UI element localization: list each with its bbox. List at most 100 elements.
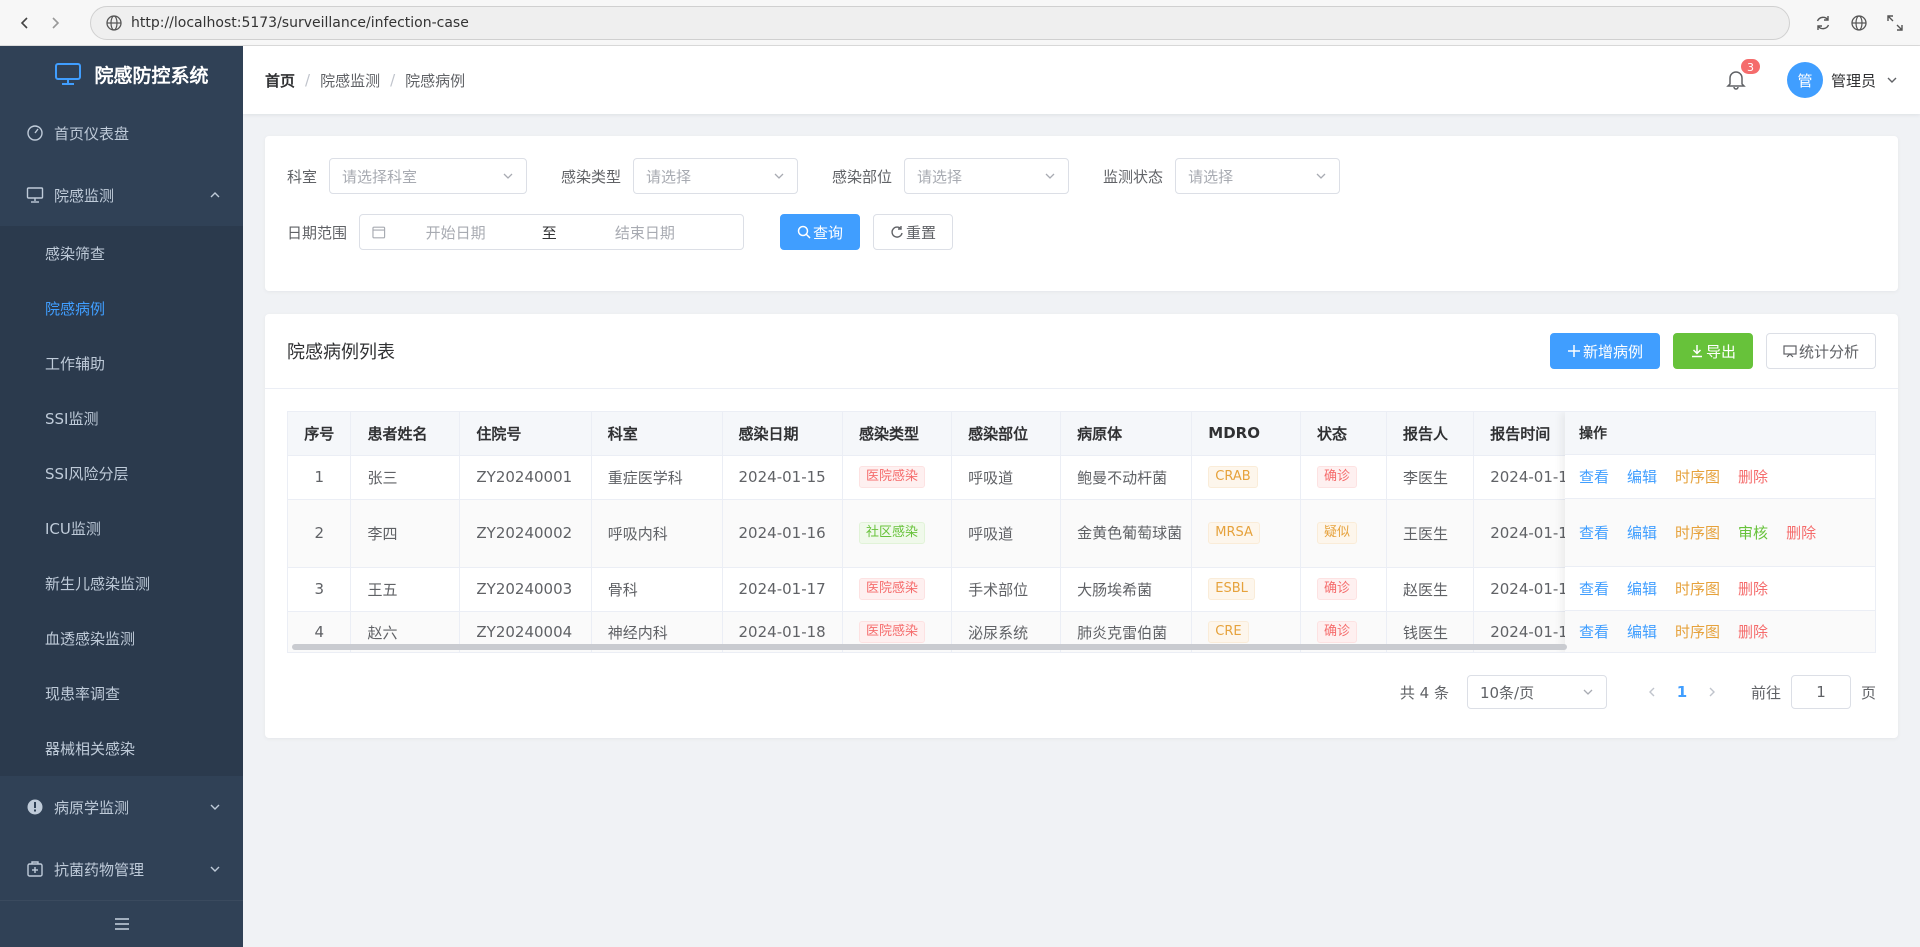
end-date-input[interactable]: 结束日期	[615, 222, 731, 243]
row-actions: 查看 编辑 时序图 删除	[1565, 455, 1875, 499]
fullscreen-button[interactable]	[1880, 8, 1910, 38]
sidebar-item-pathogen[interactable]: 病原学监测	[0, 776, 243, 838]
sidebar-subitem-device[interactable]: 器械相关感染	[0, 721, 243, 777]
view-link[interactable]: 查看	[1579, 522, 1609, 543]
col-reporter: 报告人	[1386, 412, 1475, 456]
edit-link[interactable]: 编辑	[1627, 578, 1657, 599]
dashboard-gauge-icon	[27, 125, 43, 141]
export-button[interactable]: 导出	[1672, 333, 1753, 369]
goto-page-input[interactable]: 1	[1790, 675, 1851, 709]
cell-status: 确诊	[1300, 567, 1388, 612]
view-link[interactable]: 查看	[1579, 466, 1609, 487]
chevron-down-icon	[210, 866, 220, 873]
delete-link[interactable]: 删除	[1738, 621, 1768, 642]
col-report-time: 报告时间	[1473, 412, 1575, 456]
notification-badge: 3	[1739, 58, 1761, 75]
col-name: 患者姓名	[350, 412, 461, 456]
date-range-separator: 至	[541, 223, 557, 242]
chevron-down-icon	[503, 173, 513, 179]
type-tag: 医院感染	[858, 621, 925, 643]
language-button[interactable]	[1844, 8, 1874, 38]
calendar-icon	[372, 226, 386, 239]
status-placeholder: 请选择	[1188, 167, 1234, 186]
page-suffix: 页	[1860, 683, 1876, 702]
infection-site-select[interactable]: 请选择	[904, 158, 1070, 194]
mdro-tag: CRE	[1208, 621, 1249, 643]
reset-button[interactable]: 重置	[873, 214, 954, 250]
reset-label: 重置	[906, 224, 937, 242]
mdro-tag: ESBL	[1208, 578, 1255, 600]
reload-button[interactable]	[1808, 8, 1838, 38]
cell-report-time: 2024-01-1	[1473, 567, 1575, 612]
status-badge: 确诊	[1316, 621, 1357, 643]
timeline-link[interactable]: 时序图	[1675, 578, 1720, 599]
page-number-current[interactable]: 1	[1667, 683, 1697, 701]
query-button[interactable]: 查询	[780, 214, 861, 250]
mdro-tag: CRAB	[1208, 466, 1258, 488]
cell-status: 疑似	[1300, 499, 1388, 568]
view-link[interactable]: 查看	[1579, 621, 1609, 642]
start-date-input[interactable]: 开始日期	[426, 222, 542, 243]
user-name[interactable]: 管理员	[1831, 70, 1876, 91]
timeline-link[interactable]: 时序图	[1675, 466, 1720, 487]
stats-label: 统计分析	[1798, 343, 1859, 361]
avatar[interactable]: 管	[1786, 62, 1823, 98]
timeline-link[interactable]: 时序图	[1675, 621, 1720, 642]
row-actions: 查看 编辑 时序图 审核 删除	[1565, 499, 1875, 567]
sidebar-subitem-ssi[interactable]: SSI监测	[0, 391, 243, 447]
address-bar[interactable]: http://localhost:5173/surveillance/infec…	[90, 5, 1790, 40]
chevron-down-icon[interactable]	[1886, 74, 1898, 86]
dept-select[interactable]: 请选择科室	[329, 158, 528, 194]
sidebar-subitem-neonatal[interactable]: 新生儿感染监测	[0, 556, 243, 612]
browser-toolbar: http://localhost:5173/surveillance/infec…	[0, 0, 1920, 46]
edit-link[interactable]: 编辑	[1627, 522, 1657, 543]
delete-link[interactable]: 删除	[1738, 578, 1768, 599]
cell-site: 手术部位	[951, 567, 1062, 612]
add-case-button[interactable]: 新增病例	[1549, 333, 1660, 369]
date-range-picker[interactable]: 开始日期 至 结束日期	[359, 214, 745, 250]
timeline-link[interactable]: 时序图	[1675, 522, 1720, 543]
edit-link[interactable]: 编辑	[1627, 621, 1657, 642]
view-link[interactable]: 查看	[1579, 578, 1609, 599]
sidebar-item-antibiotic[interactable]: 抗菌药物管理	[0, 838, 243, 900]
chevron-down-icon	[210, 804, 220, 811]
notification-button[interactable]: 3	[1725, 58, 1761, 92]
sidebar-item-dashboard[interactable]: 首页仪表盘	[0, 102, 243, 164]
review-link[interactable]: 审核	[1738, 522, 1768, 543]
forward-button[interactable]	[40, 8, 70, 38]
sidebar-item-label: 首页仪表盘	[54, 124, 130, 143]
app-logo[interactable]: 院感防控系统	[0, 46, 243, 102]
next-page-button[interactable]	[1697, 683, 1727, 701]
sidebar-item-surveillance[interactable]: 院感监测	[0, 164, 243, 226]
prev-page-button[interactable]	[1637, 683, 1667, 701]
breadcrumb-home[interactable]: 首页	[265, 70, 295, 91]
sidebar-subitem-infection-case[interactable]: 院感病例	[0, 281, 243, 337]
delete-link[interactable]: 删除	[1738, 466, 1768, 487]
sidebar-collapse-button[interactable]	[0, 900, 243, 947]
delete-link[interactable]: 删除	[1786, 522, 1816, 543]
cell-dept: 骨科	[591, 567, 723, 612]
cell-site: 呼吸道	[951, 455, 1062, 500]
monitor-status-select[interactable]: 请选择	[1175, 158, 1341, 194]
cell-admission-no: ZY20240002	[459, 499, 592, 568]
table-horizontal-scrollbar[interactable]	[292, 644, 1567, 650]
sidebar-subitem-ssi-risk[interactable]: SSI风险分层	[0, 446, 243, 502]
breadcrumb-current: 院感病例	[405, 71, 466, 90]
cell-report-time: 2024-01-1	[1473, 455, 1575, 500]
sidebar-subitem-work-assist[interactable]: 工作辅助	[0, 336, 243, 392]
sidebar-subitem-dialysis[interactable]: 血透感染监测	[0, 611, 243, 667]
pagination: 共 4 条 10条/页 1 前往 1 页	[265, 653, 1898, 709]
dept-placeholder: 请选择科室	[342, 167, 418, 186]
infection-type-select[interactable]: 请选择	[633, 158, 799, 194]
stats-button[interactable]: 统计分析	[1765, 333, 1876, 369]
row-actions: 查看 编辑 时序图 删除	[1565, 611, 1875, 652]
sidebar-subitem-icu[interactable]: ICU监测	[0, 501, 243, 557]
back-button[interactable]	[10, 8, 40, 38]
refresh-icon	[891, 226, 903, 238]
edit-link[interactable]: 编辑	[1627, 466, 1657, 487]
query-label: 查询	[813, 224, 844, 242]
sidebar-subitem-prevalence[interactable]: 现患率调查	[0, 666, 243, 722]
app-title: 院感防控系统	[94, 64, 209, 87]
sidebar-subitem-screening[interactable]: 感染筛查	[0, 226, 243, 282]
page-size-select[interactable]: 10条/页	[1466, 675, 1607, 709]
